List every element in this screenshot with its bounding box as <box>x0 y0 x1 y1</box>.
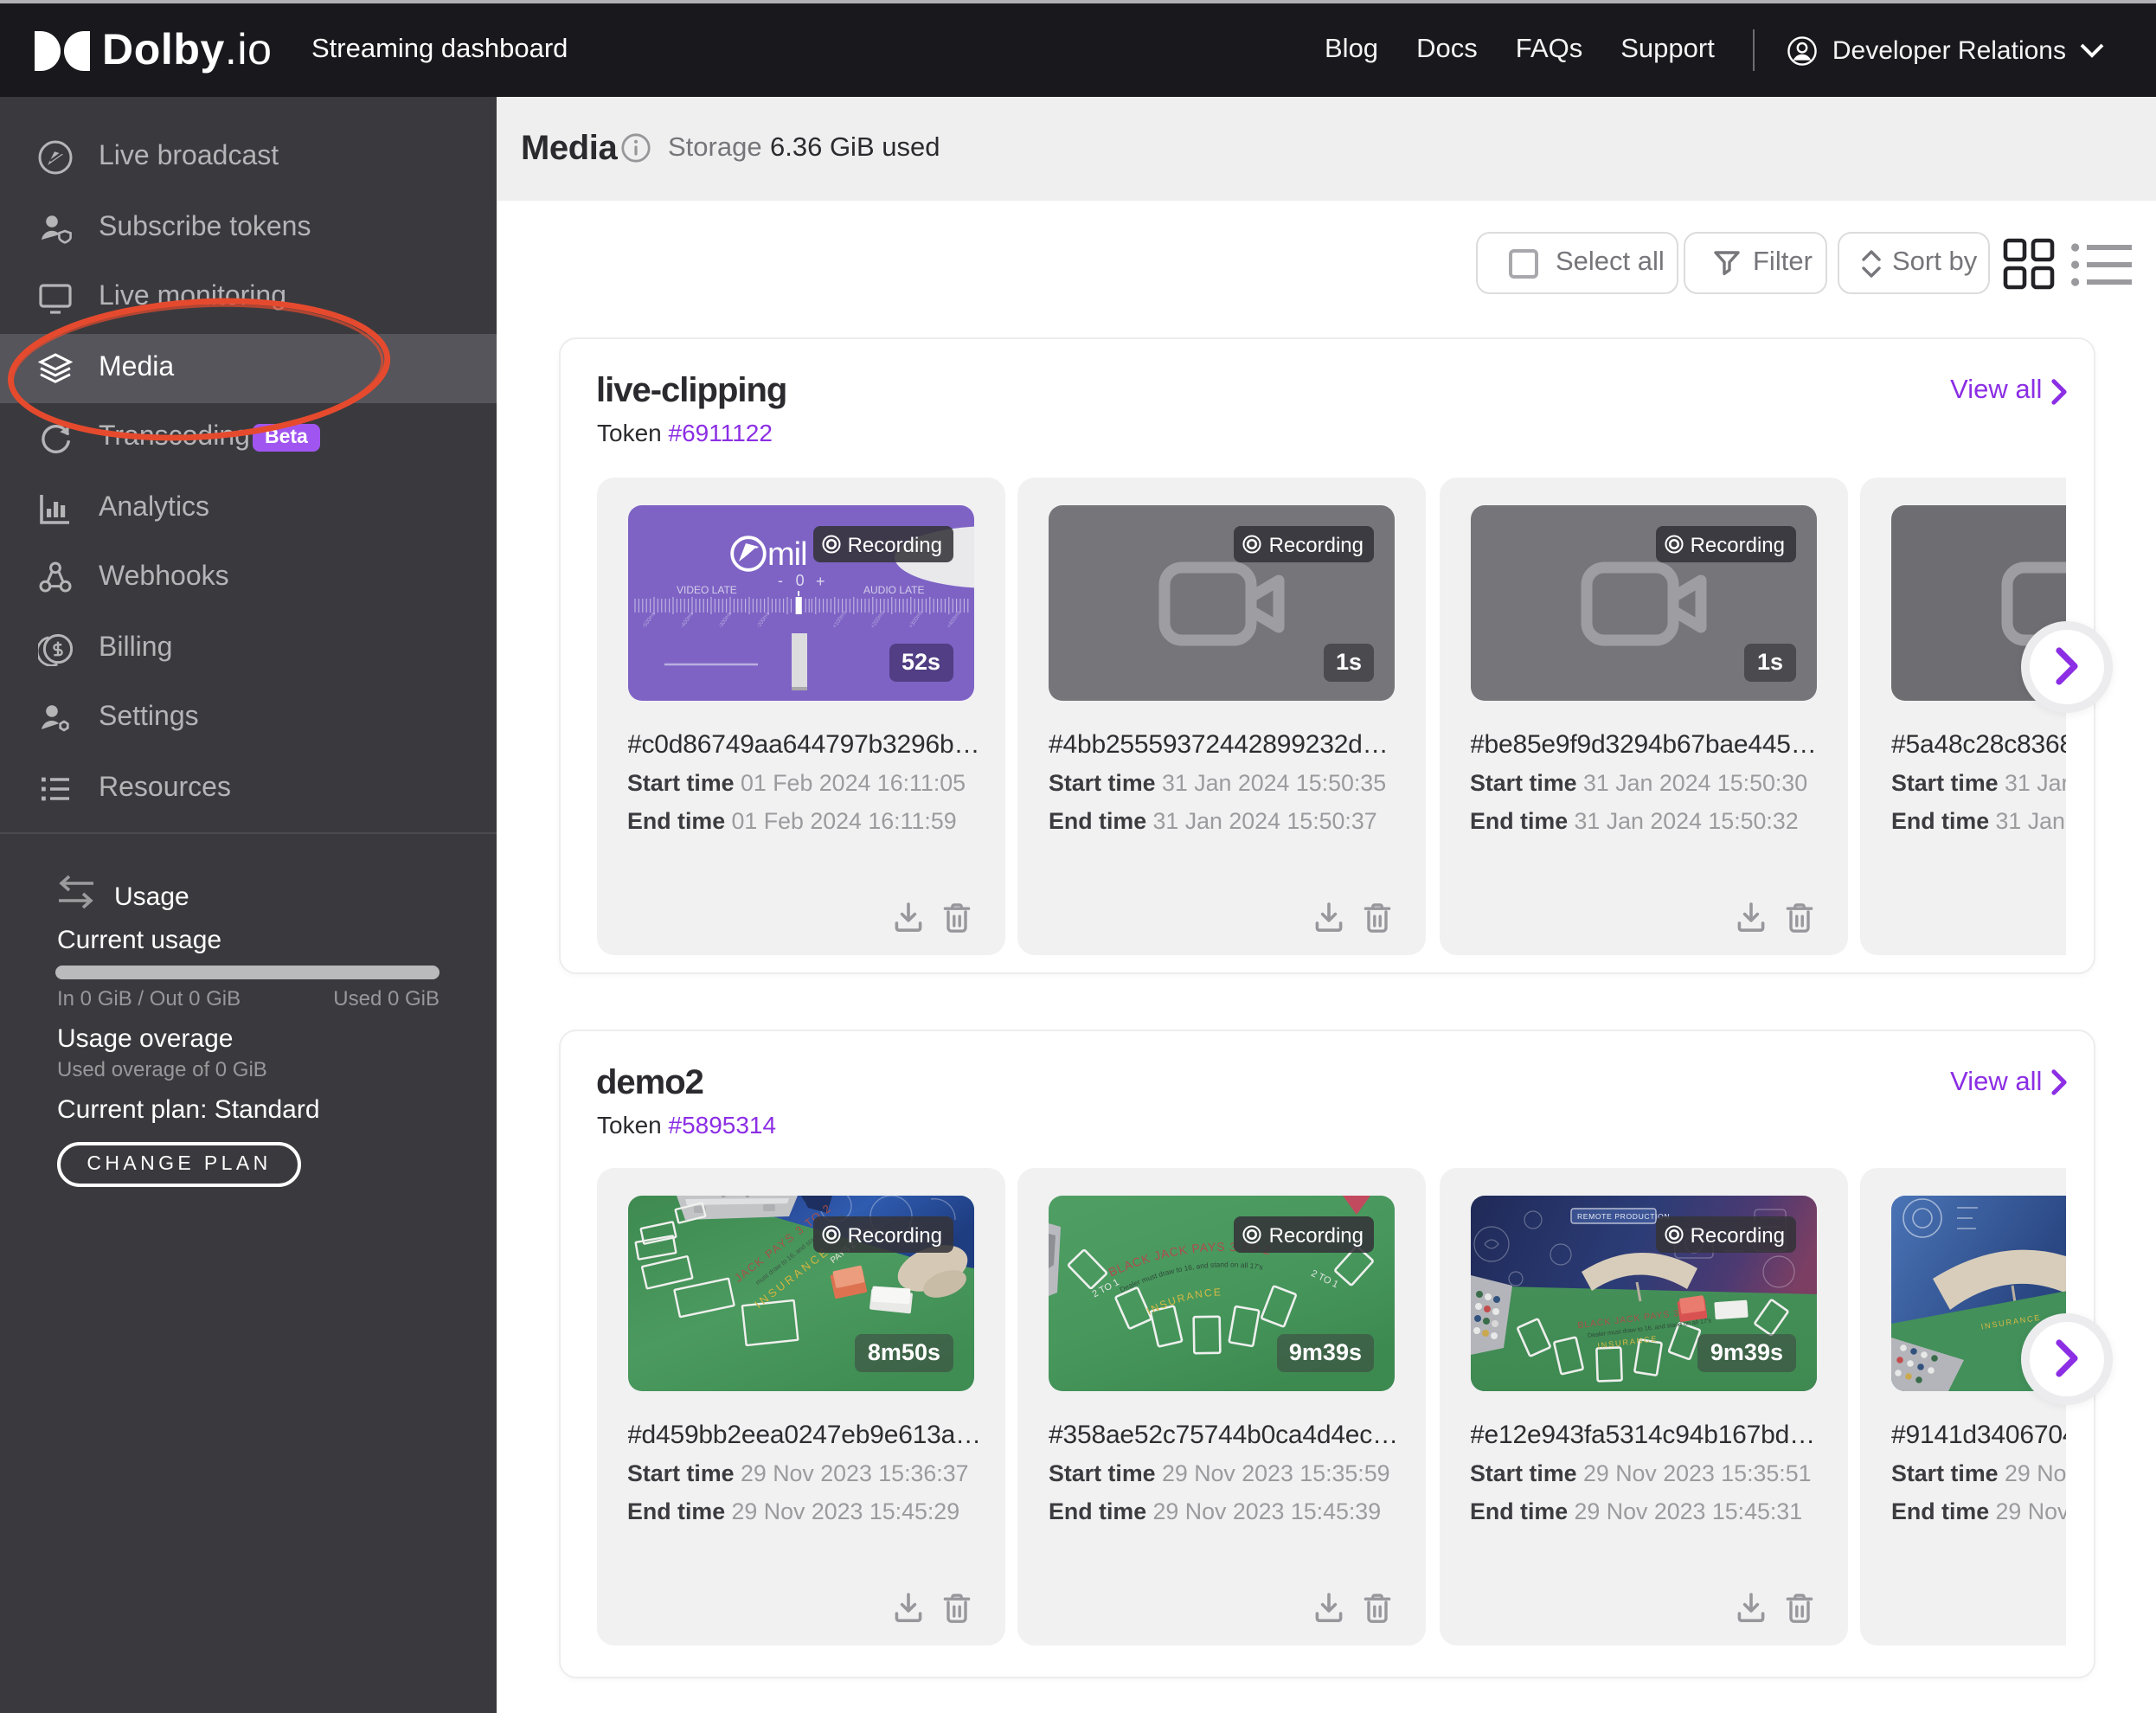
svg-text:0: 0 <box>795 572 804 589</box>
svg-text:VIDEO LATE: VIDEO LATE <box>676 584 736 596</box>
svg-text:REMOTE PRODUCTION: REMOTE PRODUCTION <box>1576 1212 1669 1221</box>
svg-text:AUDIO LATE: AUDIO LATE <box>863 584 923 596</box>
svg-text:-: - <box>777 572 782 589</box>
svg-text:mil: mil <box>767 536 806 573</box>
svg-text:+: + <box>815 573 825 590</box>
